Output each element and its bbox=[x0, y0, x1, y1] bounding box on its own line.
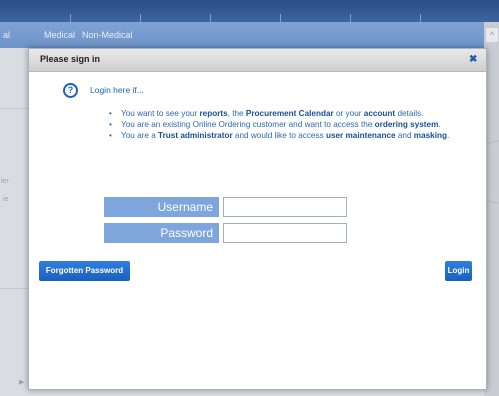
divider bbox=[0, 108, 28, 109]
divider bbox=[0, 288, 28, 289]
list-item: You want to see your reports, the Procur… bbox=[107, 109, 467, 119]
login-button[interactable]: Login bbox=[445, 261, 472, 281]
username-label: Username bbox=[104, 197, 219, 217]
top-strip bbox=[0, 0, 499, 22]
nav-item-non-medical[interactable]: Non-Medical bbox=[82, 30, 133, 40]
strip-divider bbox=[420, 14, 421, 22]
strip-divider bbox=[280, 14, 281, 22]
close-icon[interactable]: ✖ bbox=[469, 54, 477, 65]
side-text: ler bbox=[1, 178, 9, 185]
list-item: You are a Trust administrator and would … bbox=[107, 131, 467, 141]
strip-divider bbox=[140, 14, 141, 22]
list-item: You are an existing Online Ordering cust… bbox=[107, 120, 467, 130]
sign-in-dialog: Please sign in ✖ ? Login here if... You … bbox=[28, 48, 487, 390]
side-text: ie bbox=[3, 196, 9, 203]
strip-divider bbox=[350, 14, 351, 22]
reasons-list: You want to see your reports, the Procur… bbox=[107, 109, 467, 141]
help-icon: ? bbox=[63, 83, 78, 98]
forgotten-password-button[interactable]: Forgotten Password bbox=[39, 261, 130, 281]
nav-item-medical[interactable]: Medical bbox=[44, 30, 75, 40]
nav-bar: al Medical Non-Medical bbox=[0, 22, 499, 48]
arrow-right-icon[interactable]: ▶ bbox=[19, 378, 24, 386]
password-label: Password bbox=[104, 223, 219, 243]
dialog-title: Please sign in bbox=[40, 54, 101, 64]
username-field[interactable] bbox=[223, 197, 347, 217]
corner-button[interactable]: ^ bbox=[486, 28, 498, 42]
password-field[interactable] bbox=[223, 223, 347, 243]
strip-divider bbox=[70, 14, 71, 22]
nav-item-truncated[interactable]: al bbox=[3, 30, 10, 40]
intro-text: Login here if... bbox=[90, 85, 144, 95]
strip-divider bbox=[210, 14, 211, 22]
dialog-header: Please sign in ✖ bbox=[29, 49, 486, 72]
